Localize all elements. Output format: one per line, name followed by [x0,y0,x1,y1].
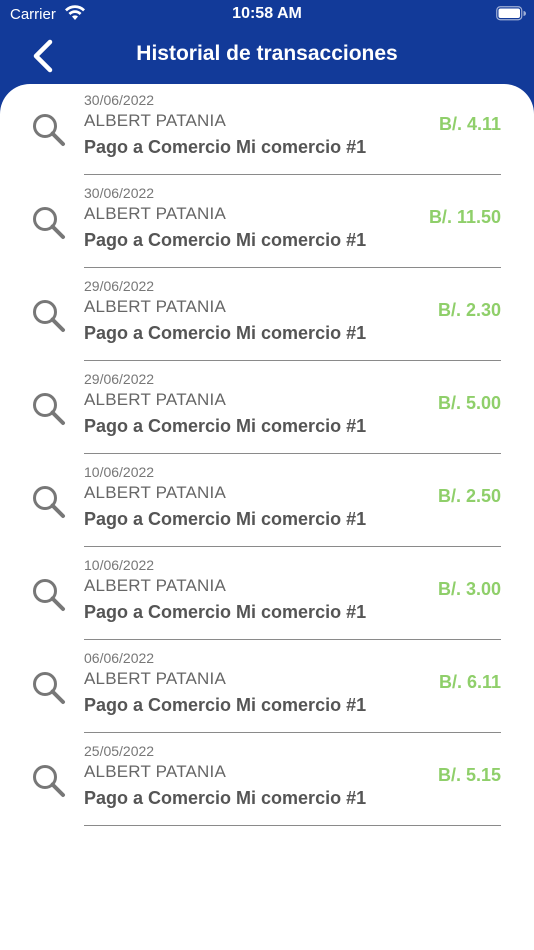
transaction-row[interactable]: 30/06/2022 ALBERT PATANIA Pago a Comerci… [0,84,534,177]
transaction-name: ALBERT PATANIA [84,762,226,781]
search-icon[interactable] [31,112,67,148]
transaction-amount: B/. 5.00 [437,393,501,413]
transaction-row[interactable]: 29/06/2022 ALBERT PATANIA Pago a Comerci… [0,270,534,363]
transaction-date: 06/06/2022 [84,650,155,666]
search-icon[interactable] [31,577,67,613]
transaction-name: ALBERT PATANIA [84,576,226,595]
divider [84,453,501,454]
divider [84,639,501,640]
divider [84,546,501,547]
divider [84,267,501,268]
divider [84,360,501,361]
search-icon[interactable] [31,763,67,799]
transaction-name: ALBERT PATANIA [84,390,226,409]
transaction-name: ALBERT PATANIA [84,669,226,688]
transaction-list: 30/06/2022 ALBERT PATANIA Pago a Comerci… [0,84,534,828]
transaction-date: 29/06/2022 [84,278,155,294]
transaction-date: 25/05/2022 [84,743,155,759]
status-bar: Carrier 10:58 AM [0,0,534,28]
page-title: Historial de transacciones [136,42,398,65]
transaction-description: Pago a Comercio Mi comercio #1 [84,788,367,808]
search-icon[interactable] [31,391,67,427]
search-icon[interactable] [31,205,67,241]
transaction-name: ALBERT PATANIA [84,297,226,316]
transaction-amount: B/. 2.50 [437,486,501,506]
battery-icon [496,6,526,26]
transaction-description: Pago a Comercio Mi comercio #1 [84,323,367,343]
search-icon[interactable] [31,670,67,706]
transaction-row[interactable]: 06/06/2022 ALBERT PATANIA Pago a Comerci… [0,642,534,735]
status-time: 10:58 AM [232,5,302,22]
transaction-name: ALBERT PATANIA [84,111,226,130]
transaction-date: 10/06/2022 [84,557,155,573]
transaction-description: Pago a Comercio Mi comercio #1 [84,416,367,436]
nav-bar: Historial de transacciones [0,28,534,84]
search-icon[interactable] [31,298,67,334]
transaction-description: Pago a Comercio Mi comercio #1 [84,137,367,157]
transaction-amount: B/. 4.11 [438,114,501,134]
transaction-date: 29/06/2022 [84,371,155,387]
transaction-amount: B/. 5.15 [437,765,501,785]
transaction-row[interactable]: 10/06/2022 ALBERT PATANIA Pago a Comerci… [0,456,534,549]
transaction-name: ALBERT PATANIA [84,483,226,502]
transaction-description: Pago a Comercio Mi comercio #1 [84,230,367,250]
search-icon[interactable] [31,484,67,520]
transaction-date: 30/06/2022 [84,185,155,201]
divider [84,174,501,175]
transaction-description: Pago a Comercio Mi comercio #1 [84,695,367,715]
header: Carrier 10:58 AM Historial de transaccio… [0,0,534,96]
transaction-amount: B/. 2.30 [437,300,501,320]
transaction-date: 10/06/2022 [84,464,155,480]
transaction-amount: B/. 3.00 [437,579,501,599]
transaction-name: ALBERT PATANIA [84,204,226,223]
transaction-description: Pago a Comercio Mi comercio #1 [84,602,367,622]
transaction-amount: B/. 6.11 [438,672,501,692]
transaction-date: 30/06/2022 [84,92,155,108]
divider [84,732,501,733]
transaction-row[interactable]: 25/05/2022 ALBERT PATANIA Pago a Comerci… [0,735,534,828]
transactions-sheet: 30/06/2022 ALBERT PATANIA Pago a Comerci… [0,84,534,950]
divider [84,825,501,826]
transaction-row[interactable]: 29/06/2022 ALBERT PATANIA Pago a Comerci… [0,363,534,456]
transaction-amount: B/. 11.50 [428,207,501,227]
transaction-description: Pago a Comercio Mi comercio #1 [84,509,367,529]
transaction-row[interactable]: 30/06/2022 ALBERT PATANIA Pago a Comerci… [0,177,534,270]
transaction-row[interactable]: 10/06/2022 ALBERT PATANIA Pago a Comerci… [0,549,534,642]
